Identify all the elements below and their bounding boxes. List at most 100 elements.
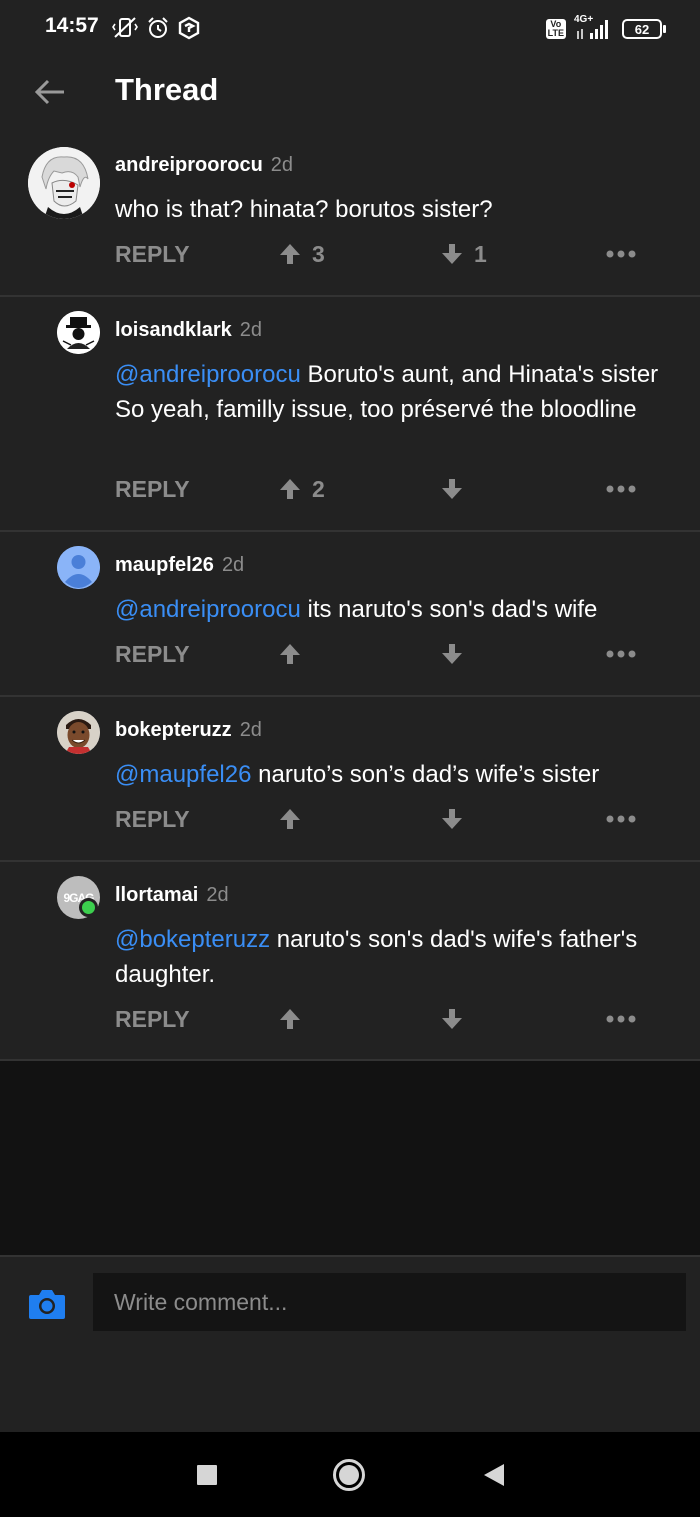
mention-link[interactable]: @bokepteruzz	[115, 926, 270, 953]
online-status-icon	[79, 898, 98, 917]
comment-age: 2d	[270, 154, 294, 176]
avatar[interactable]	[57, 546, 100, 589]
arrow-down-icon	[442, 809, 462, 829]
more-options-button[interactable]	[605, 637, 637, 671]
username[interactable]: maupfel26	[115, 554, 214, 577]
downvote-count: 1	[474, 240, 487, 267]
comment-item: bokepteruzz 2d @maupfel26 naruto’s son’s…	[0, 697, 700, 862]
avatar[interactable]	[28, 147, 100, 219]
system-nav-bar	[0, 1432, 700, 1517]
more-horizontal-icon	[606, 485, 636, 493]
comment-actions: REPLY 2	[115, 472, 675, 506]
comment-age: 2d	[239, 719, 262, 741]
upvote-count: 2	[312, 475, 325, 502]
system-back-button[interactable]	[478, 1460, 508, 1490]
comment-composer	[0, 1255, 700, 1432]
comment-age: 2d	[221, 554, 245, 576]
upvote-button[interactable]	[278, 637, 312, 671]
arrow-up-icon	[280, 1009, 300, 1029]
comment-input[interactable]	[93, 1273, 686, 1331]
camera-icon	[29, 1290, 65, 1319]
comment-meta: loisandklark 2d	[115, 319, 262, 342]
camera-button[interactable]	[28, 1287, 66, 1321]
reply-button[interactable]: REPLY	[115, 1002, 190, 1036]
arrow-down-icon	[442, 244, 462, 264]
arrow-down-icon	[442, 644, 462, 664]
arrow-up-icon	[280, 644, 300, 664]
home-button[interactable]	[332, 1458, 366, 1492]
page-title: Thread	[115, 72, 219, 107]
triangle-back-icon	[484, 1464, 504, 1486]
avatar-image	[57, 311, 100, 354]
username[interactable]: bokepteruzz	[115, 719, 232, 742]
status-icons-right: Vo LTE 4G+ 62	[545, 14, 666, 42]
comment-meta: andreiproorocu 2d	[115, 154, 293, 177]
comment-body: naruto’s son’s dad’s wife’s sister	[251, 761, 600, 788]
mention-link[interactable]: @andreiproorocu	[115, 596, 301, 623]
default-avatar-icon	[57, 546, 100, 589]
username[interactable]: loisandklark	[115, 319, 232, 342]
comment-actions: REPLY	[115, 1002, 675, 1036]
comment-body: its naruto's son's dad's wife	[300, 596, 598, 623]
comment-text: @andreiproorocu its naruto's son's dad's…	[115, 592, 675, 627]
comment-actions: REPLY	[115, 637, 675, 671]
status-icons-left	[112, 15, 200, 41]
status-bar: 14:57 Vo LTE 4G+ 62	[0, 0, 700, 58]
more-options-button[interactable]	[605, 1002, 637, 1036]
reply-button[interactable]: REPLY	[115, 802, 190, 836]
comment-thread[interactable]: andreiproorocu 2d who is that? hinata? b…	[0, 132, 700, 1061]
comment-meta: bokepteruzz 2d	[115, 719, 262, 742]
circle-icon	[333, 1459, 365, 1491]
more-horizontal-icon	[606, 1015, 636, 1023]
comment-item: loisandklark 2d @andreiproorocu Boruto's…	[0, 297, 700, 532]
comment-meta: maupfel26 2d	[115, 554, 244, 577]
downvote-button[interactable]	[440, 802, 474, 836]
reply-button[interactable]: REPLY	[115, 637, 190, 671]
signal-icon	[577, 20, 608, 39]
comment-actions: REPLY 3 1	[115, 237, 675, 271]
comment-item: maupfel26 2d @andreiproorocu its naruto'…	[0, 532, 700, 697]
mention-link[interactable]: @maupfel26	[115, 761, 251, 788]
arrow-down-icon	[442, 1009, 462, 1029]
empty-area	[0, 1061, 700, 1255]
arrow-down-icon	[442, 479, 462, 499]
comment-text: @bokepteruzz naruto's son's dad's wife's…	[115, 922, 675, 992]
username[interactable]: llortamai	[115, 884, 198, 907]
reply-button[interactable]: REPLY	[115, 237, 190, 271]
more-options-button[interactable]	[605, 237, 637, 271]
comment-age: 2d	[239, 319, 262, 341]
arrow-up-icon	[280, 244, 300, 264]
more-horizontal-icon	[606, 650, 636, 658]
comment-meta: llortamai 2d	[115, 884, 229, 907]
upvote-count: 3	[312, 240, 325, 267]
arrow-left-icon	[34, 79, 64, 105]
comment-item: 9GAG llortamai 2d @bokepteruzz naruto's …	[0, 862, 700, 1061]
avatar-image	[57, 711, 100, 754]
battery-icon: 62	[622, 19, 666, 39]
comment-text: @andreiproorocu Boruto's aunt, and Hinat…	[115, 357, 675, 427]
avatar[interactable]	[57, 711, 100, 754]
avatar[interactable]: 9GAG	[57, 876, 100, 919]
downvote-button[interactable]: 1	[440, 237, 487, 271]
upvote-button[interactable]	[278, 1002, 312, 1036]
vibrate-off-icon	[112, 17, 138, 38]
more-options-button[interactable]	[605, 802, 637, 836]
upvote-button[interactable]	[278, 802, 312, 836]
downvote-button[interactable]	[440, 637, 474, 671]
more-horizontal-icon	[606, 815, 636, 823]
mention-link[interactable]: @andreiproorocu	[115, 361, 301, 388]
downvote-button[interactable]	[440, 472, 474, 506]
username[interactable]: andreiproorocu	[115, 154, 263, 177]
downvote-button[interactable]	[440, 1002, 474, 1036]
avatar[interactable]	[57, 311, 100, 354]
upvote-button[interactable]: 2	[278, 472, 325, 506]
recents-button[interactable]	[192, 1460, 222, 1490]
back-button[interactable]	[28, 70, 72, 114]
more-options-button[interactable]	[605, 472, 637, 506]
volte-icon: Vo LTE	[545, 19, 566, 39]
arrow-up-icon	[280, 479, 300, 499]
comment-body: who is that? hinata? borutos sister?	[115, 196, 493, 223]
reply-button[interactable]: REPLY	[115, 472, 190, 506]
arrow-up-icon	[280, 809, 300, 829]
upvote-button[interactable]: 3	[278, 237, 325, 271]
